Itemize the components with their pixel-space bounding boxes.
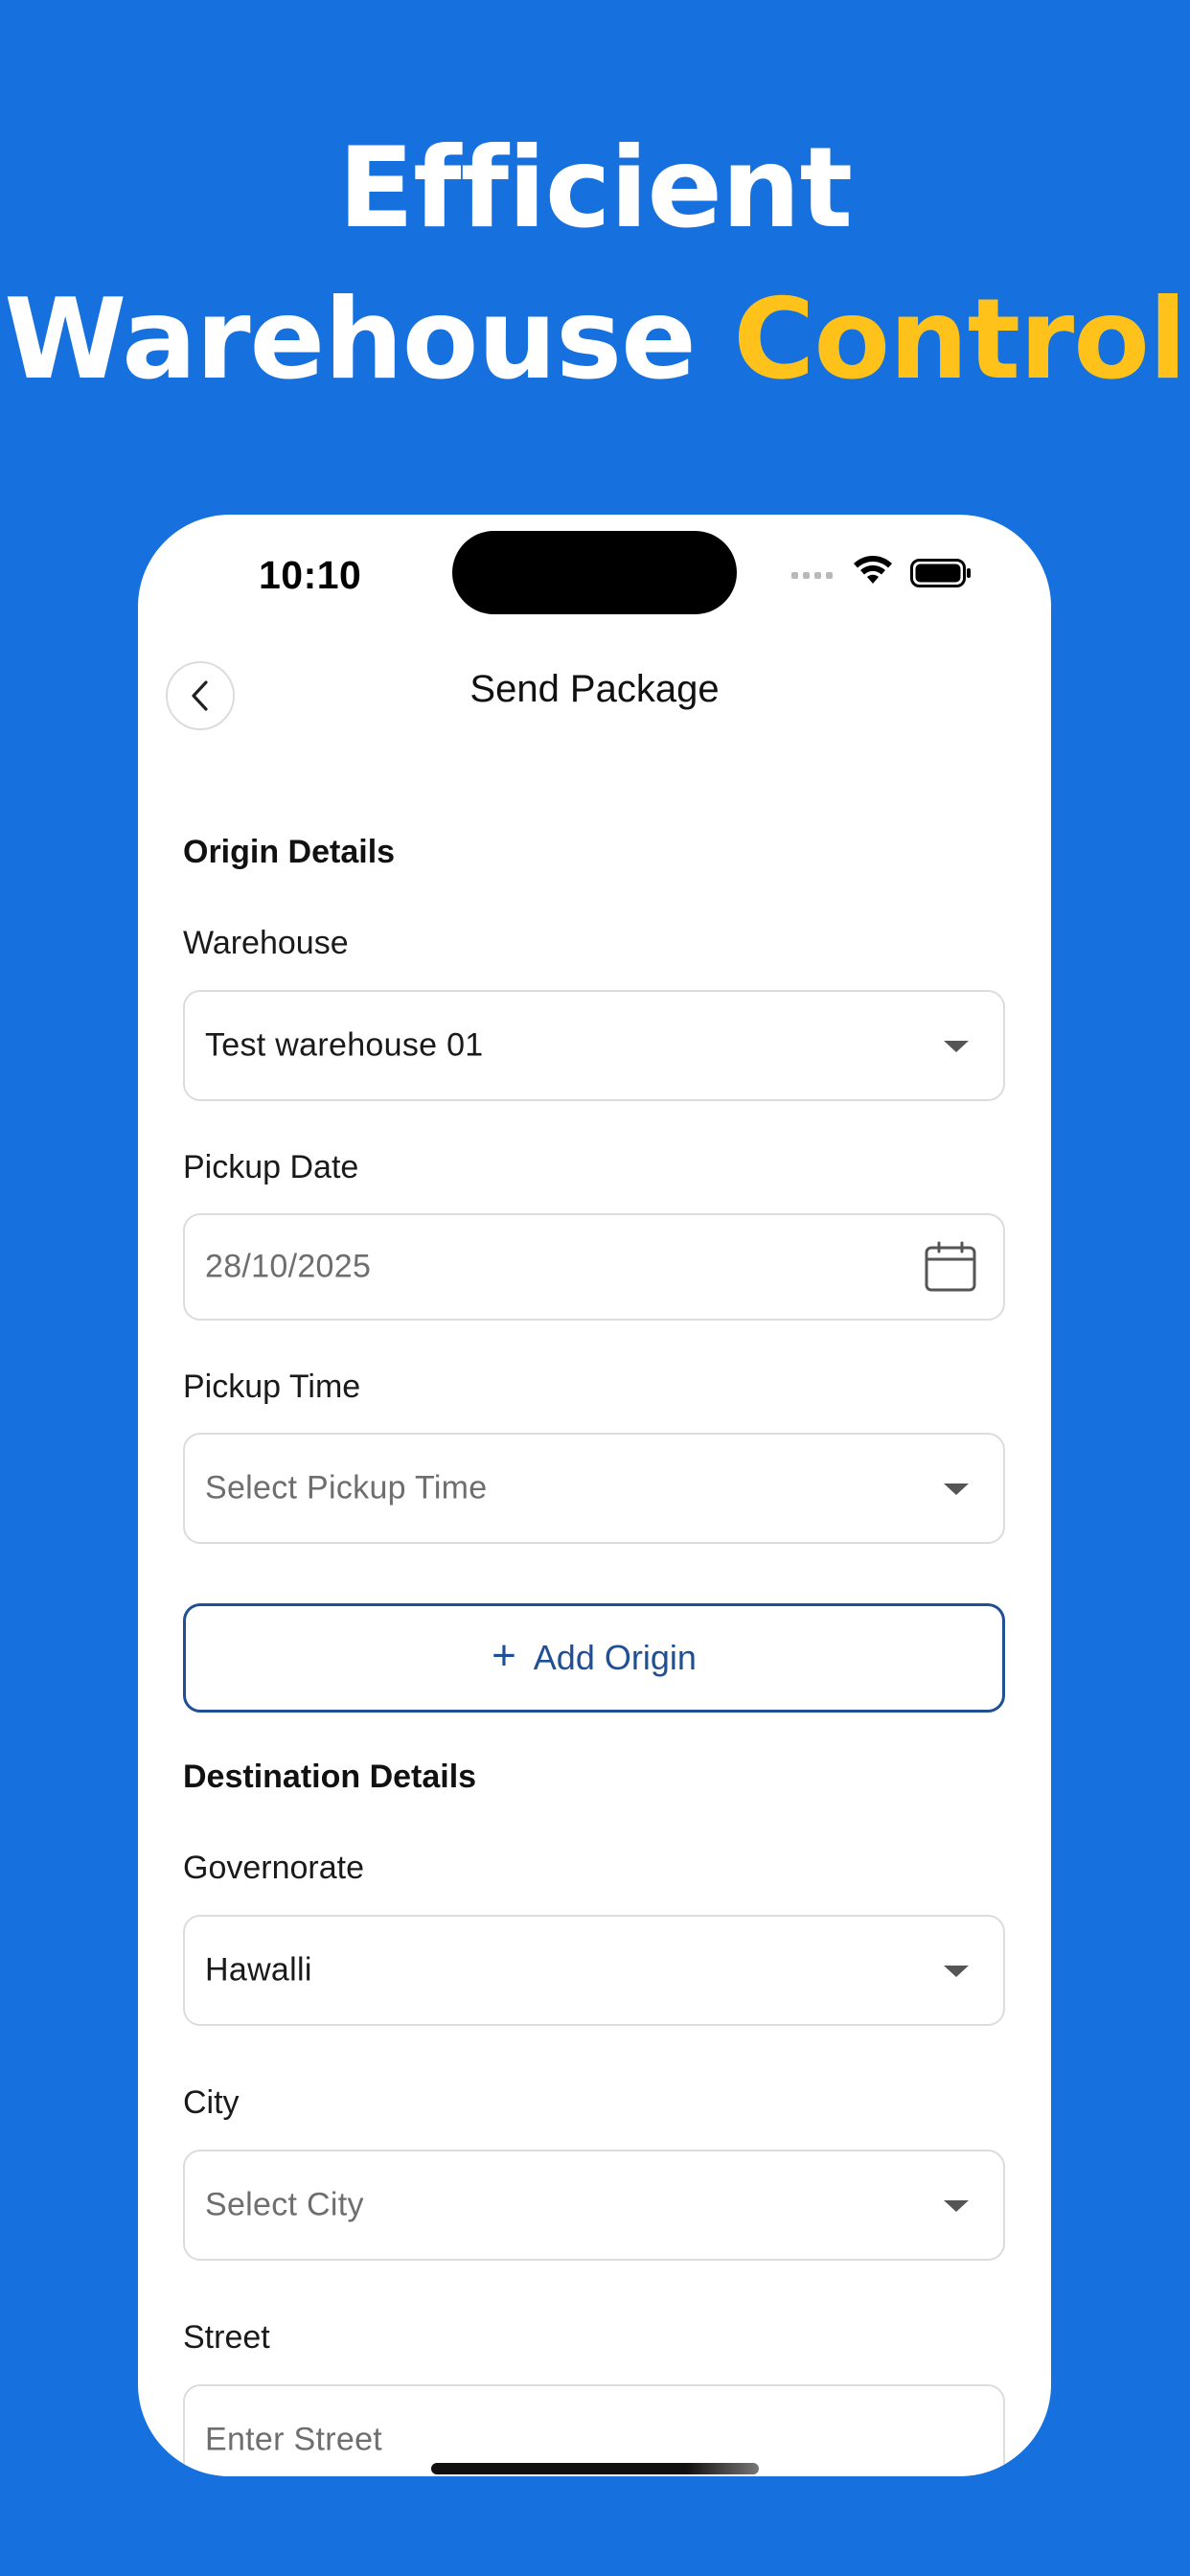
- destination-section-title: Destination Details: [183, 1759, 477, 1795]
- pickup-date-label: Pickup Date: [183, 1149, 359, 1185]
- headline-main-word: Warehouse: [4, 275, 697, 404]
- status-time: 10:10: [259, 553, 362, 597]
- street-placeholder: Enter Street: [205, 2421, 383, 2458]
- warehouse-label: Warehouse: [183, 925, 349, 961]
- home-indicator: [431, 2463, 759, 2474]
- chevron-down-icon: [944, 1966, 969, 1977]
- origin-section-title: Origin Details: [183, 834, 396, 870]
- headline-accent-word: Control: [733, 275, 1187, 404]
- warehouse-select[interactable]: Test warehouse 01: [183, 990, 1005, 1101]
- pickup-time-placeholder: Select Pickup Time: [205, 1469, 488, 1506]
- wifi-icon: [854, 556, 892, 584]
- headline-line-2: Warehouse Control: [0, 264, 1190, 416]
- plus-icon: +: [492, 1632, 516, 1679]
- pickup-time-select[interactable]: Select Pickup Time: [183, 1433, 1005, 1544]
- pickup-time-label: Pickup Time: [183, 1368, 361, 1405]
- signal-icon: [791, 572, 833, 579]
- city-label: City: [183, 2084, 240, 2121]
- add-origin-label: Add Origin: [533, 1638, 697, 1677]
- street-label: Street: [183, 2319, 270, 2356]
- governorate-select[interactable]: Hawalli: [183, 1915, 1005, 2026]
- pickup-date-field[interactable]: 28/10/2025: [183, 1213, 1005, 1321]
- battery-icon: [910, 559, 971, 587]
- governorate-value: Hawalli: [205, 1951, 312, 1989]
- warehouse-value: Test warehouse 01: [205, 1026, 484, 1064]
- city-select[interactable]: Select City: [183, 2150, 1005, 2261]
- marketing-headline: Efficient Warehouse Control: [0, 113, 1190, 416]
- governorate-label: Governorate: [183, 1850, 364, 1886]
- city-placeholder: Select City: [205, 2186, 364, 2223]
- phone-screen: 10:10 Send Package Origin Details Wareho…: [138, 515, 1051, 2476]
- dynamic-island: [452, 531, 737, 614]
- pickup-date-value: 28/10/2025: [205, 1248, 372, 1285]
- chevron-down-icon: [944, 1041, 969, 1052]
- headline-line-1: Efficient: [337, 124, 853, 253]
- chevron-down-icon: [944, 1484, 969, 1495]
- page-title: Send Package: [469, 668, 720, 710]
- calendar-icon[interactable]: [925, 1241, 976, 1293]
- chevron-down-icon: [944, 2200, 969, 2212]
- add-origin-button[interactable]: + Add Origin: [183, 1603, 1005, 1713]
